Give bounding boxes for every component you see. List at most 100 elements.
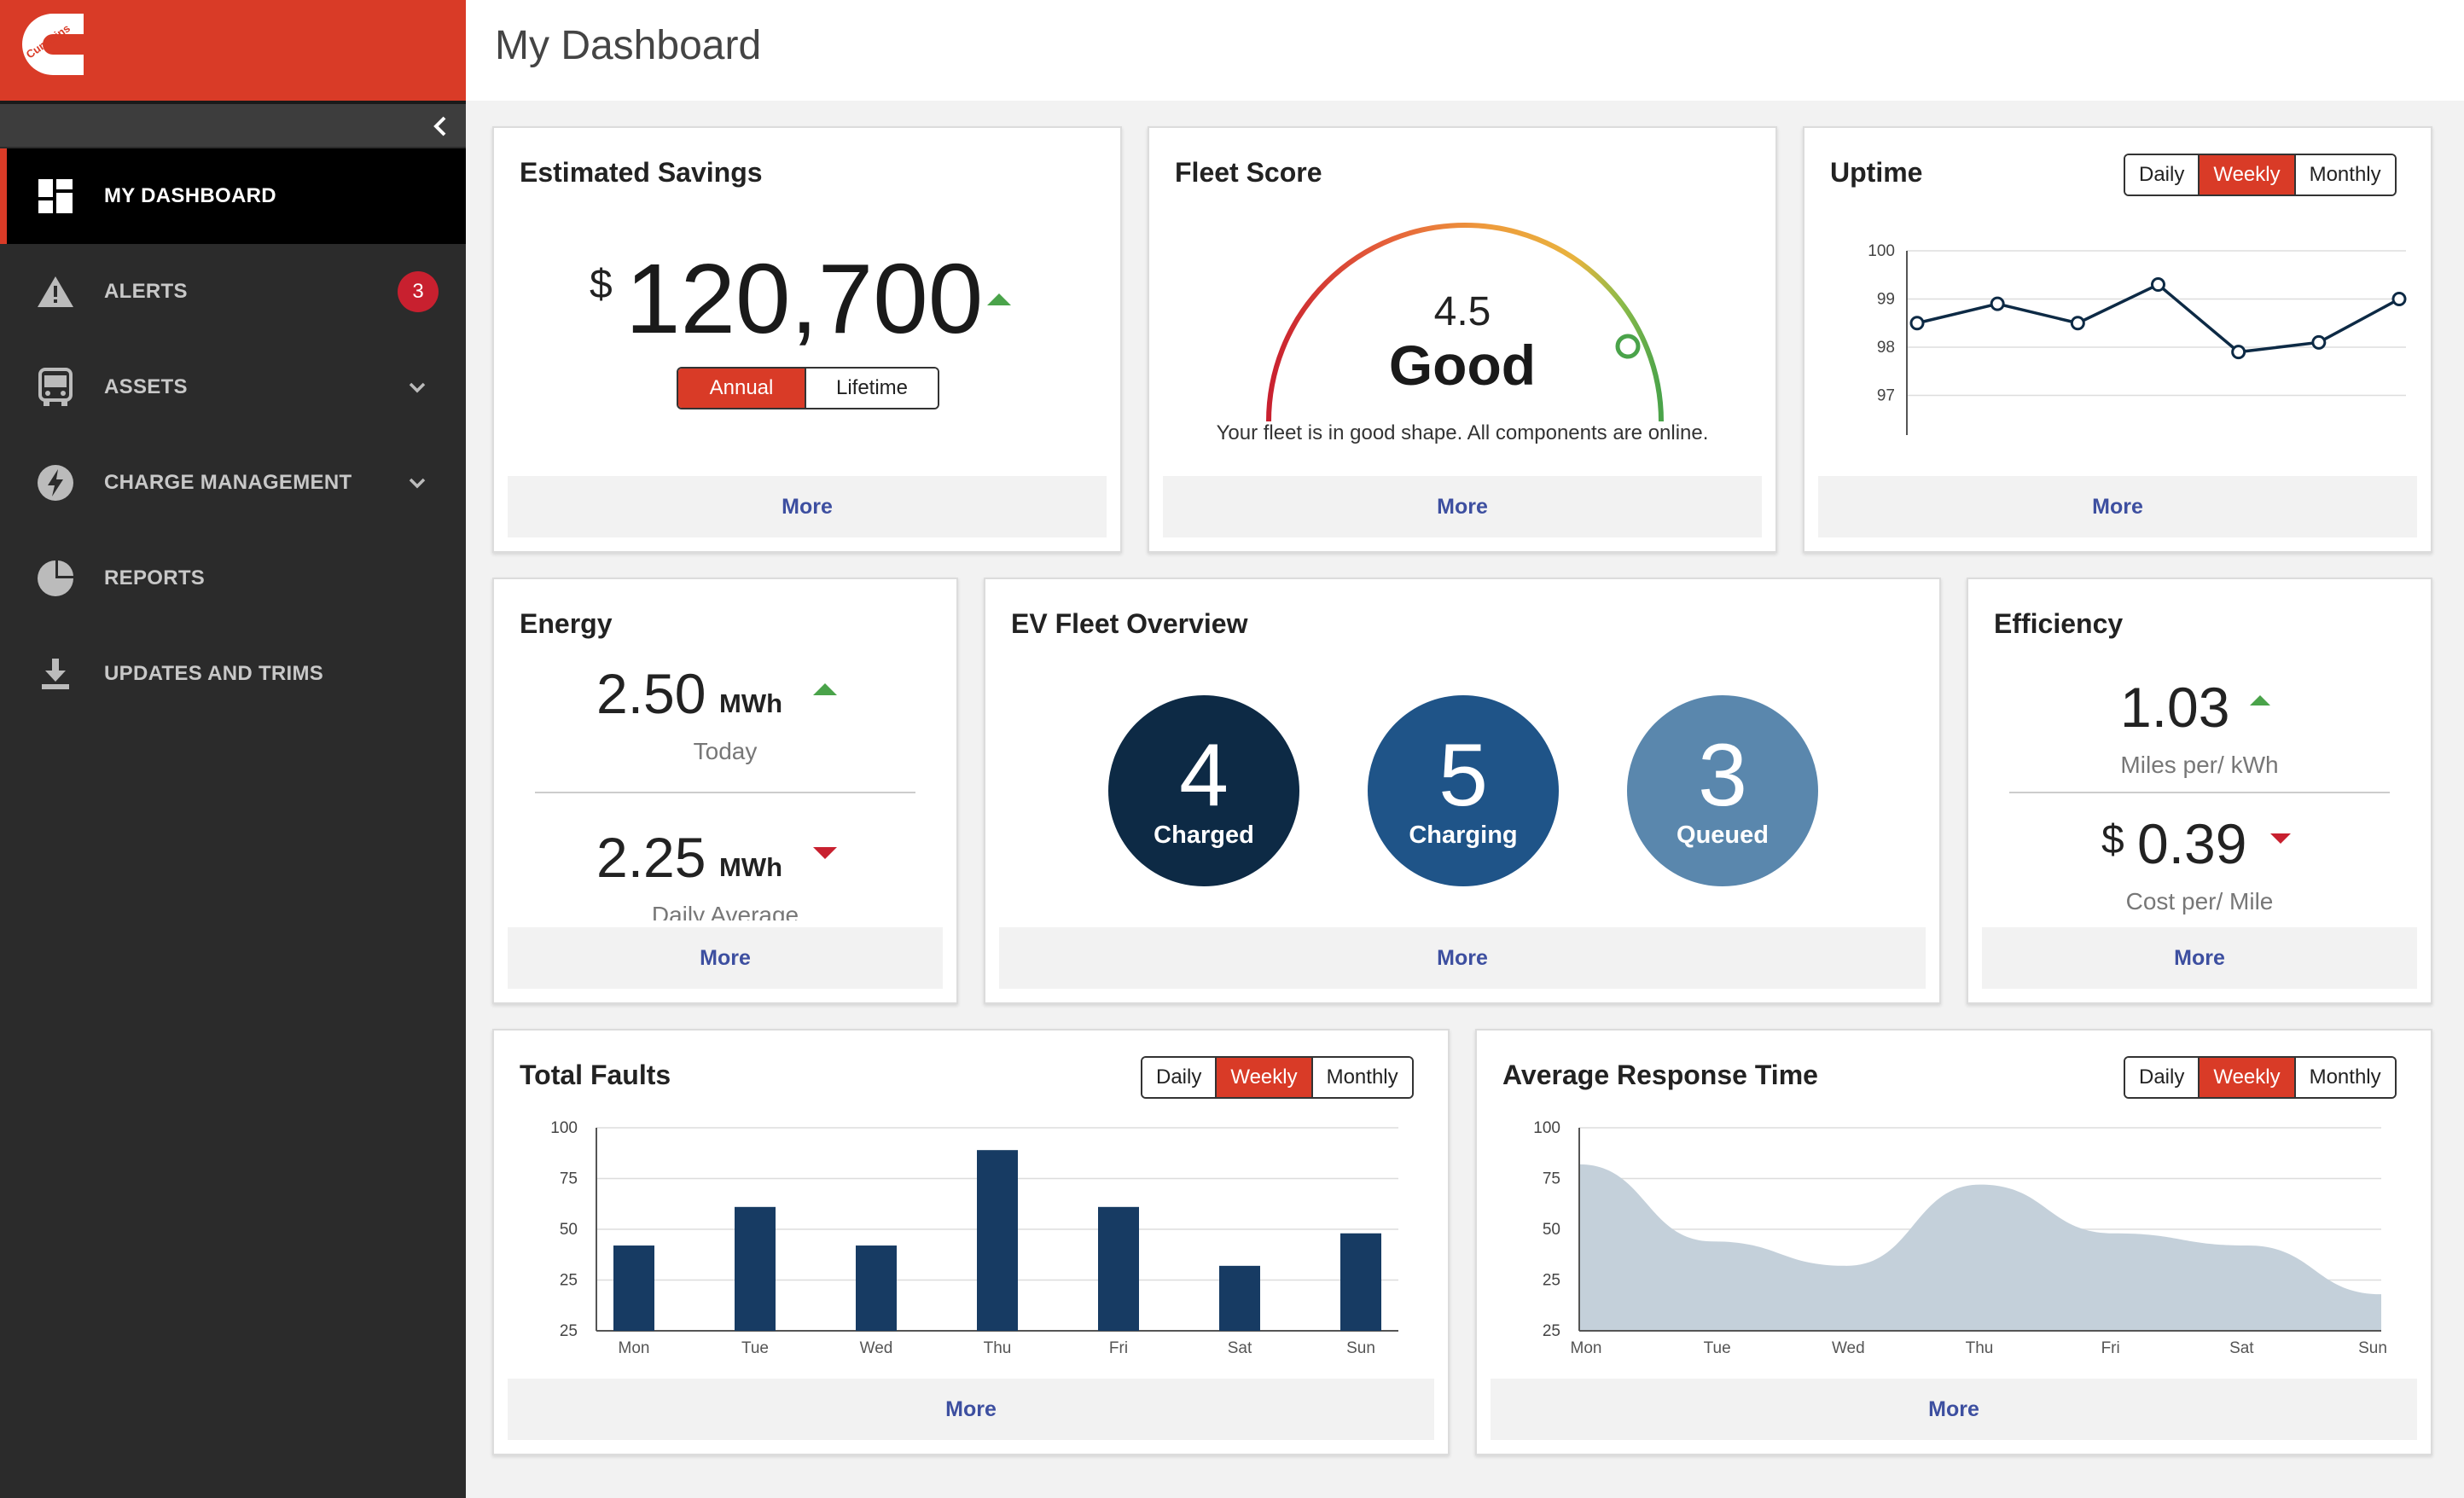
sidebar-item-updates-and-trims[interactable]: UPDATES AND TRIMS: [0, 626, 466, 722]
savings-value: 120,700: [625, 243, 984, 354]
sidebar-item-label: ASSETS: [104, 375, 188, 398]
x-tick-label: Wed: [860, 1339, 893, 1357]
monthly-tab[interactable]: Monthly: [2293, 1058, 2395, 1097]
card-title: Uptime: [1830, 157, 1923, 188]
trend-up-icon: [2250, 695, 2270, 705]
annual-tab[interactable]: Annual: [678, 369, 805, 408]
ev-fleet-overview-card: EV Fleet Overview 4 Charged 5 Charging 3…: [984, 578, 1941, 1004]
queued-count: 3: [1698, 725, 1747, 825]
chevron-left-icon: [433, 116, 446, 136]
miles-per-kwh-label: Miles per/ kWh: [2120, 752, 2279, 778]
trend-up-icon: [987, 293, 1011, 305]
total-faults-card: Total Faults Daily Weekly Monthly 100 75 5…: [492, 1029, 1450, 1455]
more-button[interactable]: More: [508, 1379, 1434, 1440]
bar: [1340, 1233, 1381, 1331]
y-tick-label: 100: [1533, 1119, 1560, 1137]
daily-tab[interactable]: Daily: [1142, 1058, 1216, 1097]
energy-average-label: Daily Average: [651, 902, 799, 920]
sidebar-item-label: UPDATES AND TRIMS: [104, 662, 324, 685]
charging-bubble[interactable]: 5 Charging: [1368, 695, 1559, 886]
chevron-down-icon[interactable]: [404, 374, 430, 400]
collapse-sidebar-button[interactable]: [423, 109, 457, 143]
card-title: Energy: [520, 608, 613, 639]
uptime-line-chart: 10099989796MonTueWedThuFriSatSun: [1868, 242, 2407, 435]
energy-average-value: 2.25: [596, 826, 706, 889]
more-button[interactable]: More: [1163, 476, 1762, 537]
bus-icon: [36, 368, 75, 407]
response-area-series: [1579, 1164, 2381, 1331]
bar: [735, 1206, 776, 1331]
daily-tab[interactable]: Daily: [2125, 155, 2199, 195]
more-button[interactable]: More: [1491, 1379, 2417, 1440]
queued-label: Queued: [1677, 821, 1769, 849]
logo-bar: Cummins: [0, 0, 466, 101]
download-icon: [36, 654, 75, 694]
x-tick-label: Sun: [1346, 1339, 1375, 1357]
x-tick-label: Tue: [1704, 1339, 1731, 1357]
weekly-tab[interactable]: Weekly: [1215, 1058, 1311, 1097]
estimated-savings-card: Estimated Savings $ 120,700 Annual Lifet…: [492, 126, 1122, 553]
sidebar-item-label: MY DASHBOARD: [104, 184, 276, 207]
x-tick-label: Fri: [1109, 1339, 1128, 1357]
sidebar-item-label: ALERTS: [104, 280, 188, 303]
lifetime-tab[interactable]: Lifetime: [805, 369, 938, 408]
sidebar-item-my-dashboard[interactable]: MY DASHBOARD: [0, 148, 466, 244]
x-tick-label: Mon: [1571, 1339, 1602, 1357]
more-button[interactable]: More: [1982, 927, 2417, 989]
data-point: [2311, 334, 2327, 350]
average-response-time-card: Average Response Time Daily Weekly Month…: [1475, 1029, 2432, 1455]
more-button[interactable]: More: [1818, 476, 2417, 537]
efficiency-card: Efficiency 1.03 Miles per/ kWh $ 0.39 Co…: [1967, 578, 2432, 1004]
weekly-tab[interactable]: Weekly: [2198, 1058, 2294, 1097]
sidebar-item-assets[interactable]: ASSETS: [0, 340, 466, 435]
sidebar-item-charge-management[interactable]: CHARGE MANAGEMENT: [0, 435, 466, 531]
cummins-logo[interactable]: Cummins: [19, 10, 87, 78]
charged-label: Charged: [1154, 821, 1254, 849]
y-tick-label: 97: [1877, 387, 1895, 405]
fleet-score-rating: Good: [1388, 334, 1537, 397]
charged-bubble[interactable]: 4 Charged: [1108, 695, 1299, 886]
data-point: [1990, 296, 2005, 311]
monthly-tab[interactable]: Monthly: [2293, 155, 2395, 195]
x-tick-label: Tue: [741, 1339, 769, 1357]
miles-per-kwh-value: 1.03: [2120, 676, 2230, 739]
x-tick-label: Sun: [2358, 1339, 2387, 1357]
cost-per-mile-value: 0.39: [2137, 812, 2247, 875]
charged-count: 4: [1179, 725, 1229, 825]
x-tick-label: Thu: [984, 1339, 1012, 1357]
y-tick-label: 50: [1543, 1221, 1560, 1239]
average-response-time-area-chart: 100 75 50 25 25 Mon Tue Wed Thu Fri Sat Sun: [1533, 1119, 2387, 1357]
weekly-tab[interactable]: Weekly: [2198, 155, 2294, 195]
x-tick-label: Thu: [1966, 1339, 1994, 1357]
sidebar: Cummins MY DASHBOARD ALERTS 3 ASSETS CHA…: [0, 0, 466, 1498]
trend-down-icon: [813, 847, 837, 859]
monthly-tab[interactable]: Monthly: [1310, 1058, 1412, 1097]
sidebar-item-alerts[interactable]: ALERTS 3: [0, 244, 466, 340]
card-title: Total Faults: [520, 1060, 671, 1090]
more-button[interactable]: More: [508, 476, 1107, 537]
bar: [1219, 1265, 1260, 1331]
y-tick-label: 98: [1877, 339, 1895, 357]
total-faults-bar-chart: 100 75 50 25 25 Mon Tue Wed Thu Fri Sat Sun: [550, 1119, 1398, 1357]
data-point: [2231, 345, 2246, 360]
more-button[interactable]: More: [999, 927, 1926, 989]
more-button[interactable]: More: [508, 927, 943, 989]
x-tick-label: Sat: [2229, 1339, 2254, 1357]
collapse-bar: [0, 101, 466, 147]
dashboard-icon: [36, 177, 75, 216]
header: My Dashboard: [466, 0, 2464, 101]
energy-unit: MWh: [719, 852, 783, 882]
x-tick-label: Mon: [619, 1339, 650, 1357]
card-title: Average Response Time: [1502, 1060, 1818, 1090]
y-tick-label: 100: [1868, 242, 1895, 260]
y-tick-label: 75: [1543, 1170, 1560, 1188]
sidebar-item-reports[interactable]: REPORTS: [0, 531, 466, 626]
currency-symbol: $: [2101, 817, 2124, 862]
queued-bubble[interactable]: 3 Queued: [1627, 695, 1818, 886]
uptime-series-line: [1916, 282, 2400, 354]
card-title: EV Fleet Overview: [1011, 608, 1248, 639]
energy-today-label: Today: [693, 738, 758, 764]
daily-tab[interactable]: Daily: [2125, 1058, 2199, 1097]
chevron-down-icon[interactable]: [404, 470, 430, 496]
faults-range-toggle: Daily Weekly Monthly: [1141, 1056, 1414, 1099]
